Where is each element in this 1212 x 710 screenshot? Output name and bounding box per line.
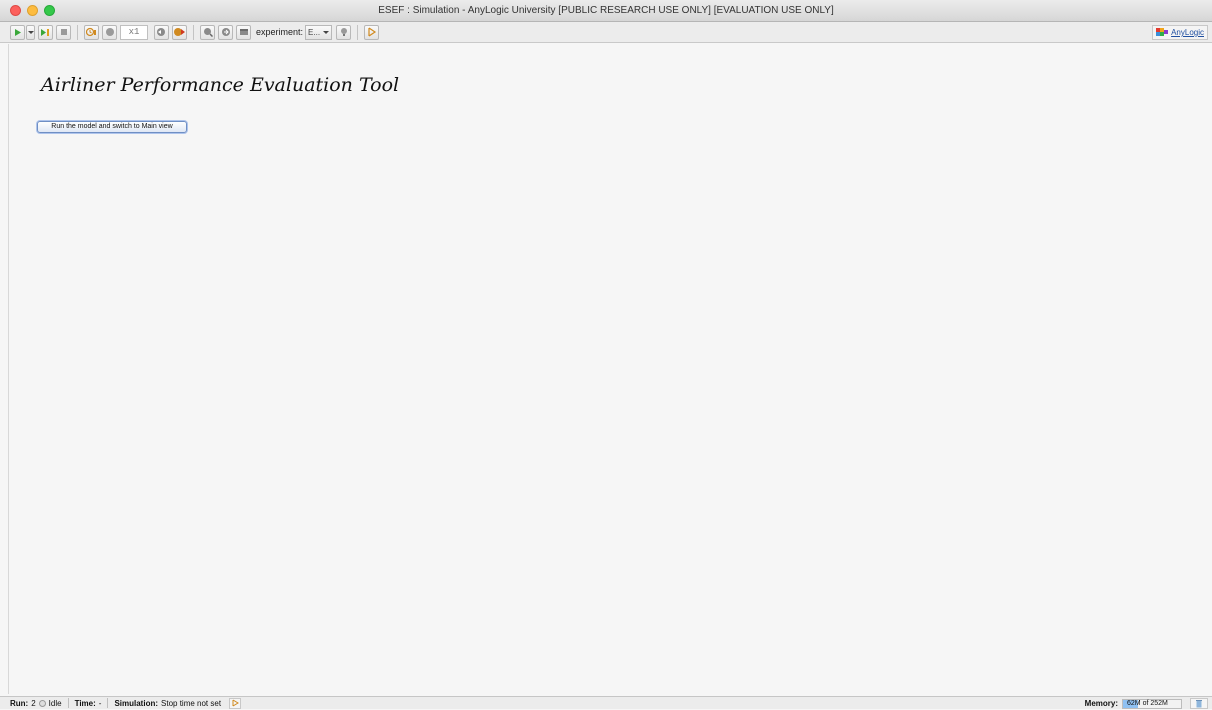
- time-label: Time:: [74, 698, 96, 708]
- run-model-button[interactable]: Run the model and switch to Main view: [37, 121, 187, 133]
- chevron-down-icon: [323, 30, 330, 34]
- run-button[interactable]: [10, 24, 25, 40]
- navigate-button[interactable]: [218, 24, 233, 40]
- navigate-icon: [221, 28, 230, 36]
- experiment-selected-value: E...: [308, 27, 321, 37]
- model-window-button[interactable]: [236, 24, 251, 40]
- virtual-time-icon: [105, 28, 114, 36]
- maximize-window-button[interactable]: [44, 5, 55, 16]
- virtual-time-mode-button[interactable]: [102, 24, 117, 40]
- memory-text: 62M of 252M: [1123, 700, 1168, 707]
- real-time-mode-button[interactable]: [84, 24, 99, 40]
- minimize-window-button[interactable]: [27, 5, 38, 16]
- experiment-label: experiment:: [256, 27, 304, 37]
- experiment-button[interactable]: [336, 24, 352, 40]
- window-titlebar: ESEF : Simulation - AnyLogic University …: [0, 0, 1212, 22]
- window-title: ESEF : Simulation - AnyLogic University …: [378, 5, 834, 16]
- developer-panel-toggle[interactable]: [364, 24, 380, 40]
- run-state: Idle: [48, 698, 62, 708]
- memory-status: Memory: 62M of 252M: [1085, 697, 1182, 710]
- speed-up-button[interactable]: [172, 24, 187, 40]
- stop-button[interactable]: [56, 24, 71, 40]
- model-window-icon: [239, 29, 248, 35]
- memory-used: 62M: [1127, 700, 1141, 707]
- trash-icon: [1196, 700, 1202, 708]
- toolbar-separator: [77, 24, 78, 40]
- speed-up-icon: [174, 28, 185, 36]
- garbage-collect-button[interactable]: [1190, 698, 1208, 709]
- experiment-icon: [340, 28, 347, 36]
- dropdown-icon: [27, 30, 34, 34]
- run-icon: [15, 28, 21, 36]
- step-button[interactable]: [38, 24, 53, 40]
- time-status: Time: -: [75, 699, 102, 708]
- close-window-button[interactable]: [10, 5, 21, 16]
- anylogic-brand-link[interactable]: AnyLogic: [1152, 25, 1208, 40]
- step-icon: [40, 28, 49, 36]
- time-value: -: [98, 698, 102, 708]
- idle-state-icon: [38, 699, 46, 707]
- slow-down-button[interactable]: [154, 24, 169, 40]
- slow-down-icon: [157, 28, 165, 36]
- presentation-canvas: Airliner Performance Evaluation Tool Run…: [8, 44, 1212, 694]
- run-label: Run:: [10, 698, 29, 708]
- simulation-toolbar: x1 experiment: E... AnyLogic: [0, 22, 1212, 43]
- toggle-developer-panel-icon: [232, 699, 240, 707]
- anylogic-logo-icon: [1156, 27, 1169, 36]
- memory-label: Memory:: [1084, 699, 1118, 708]
- anylogic-brand-label: AnyLogic: [1171, 28, 1204, 37]
- experiment-select[interactable]: E...: [305, 24, 333, 40]
- stop-icon: [60, 29, 67, 35]
- run-options-dropdown[interactable]: [26, 24, 35, 40]
- real-time-icon: [86, 27, 96, 37]
- toolbar-separator: [357, 24, 359, 40]
- window-controls: [0, 5, 55, 16]
- simulation-status: Simulation: Stop time not set: [114, 699, 221, 708]
- status-developer-panel-button[interactable]: [229, 697, 242, 709]
- toolbar-separator: [193, 24, 194, 40]
- simulation-value: Stop time not set: [161, 698, 222, 708]
- toggle-developer-panel-icon: [367, 27, 376, 37]
- status-separator: [107, 698, 109, 708]
- simulation-label: Simulation:: [114, 698, 159, 708]
- memory-total: of 252M: [1142, 700, 1168, 707]
- zoom-fit-icon: [203, 28, 213, 37]
- zoom-fit-button[interactable]: [200, 24, 215, 40]
- status-bar: Run: 2 Idle Time: - Simulation: Stop tim…: [0, 696, 1212, 709]
- status-separator: [67, 698, 69, 708]
- run-status: Run: 2 Idle: [10, 699, 62, 708]
- speed-display: x1: [120, 24, 148, 40]
- page-title: Airliner Performance Evaluation Tool: [41, 74, 400, 96]
- memory-bar: 62M of 252M: [1122, 698, 1182, 709]
- run-number: 2: [31, 698, 36, 708]
